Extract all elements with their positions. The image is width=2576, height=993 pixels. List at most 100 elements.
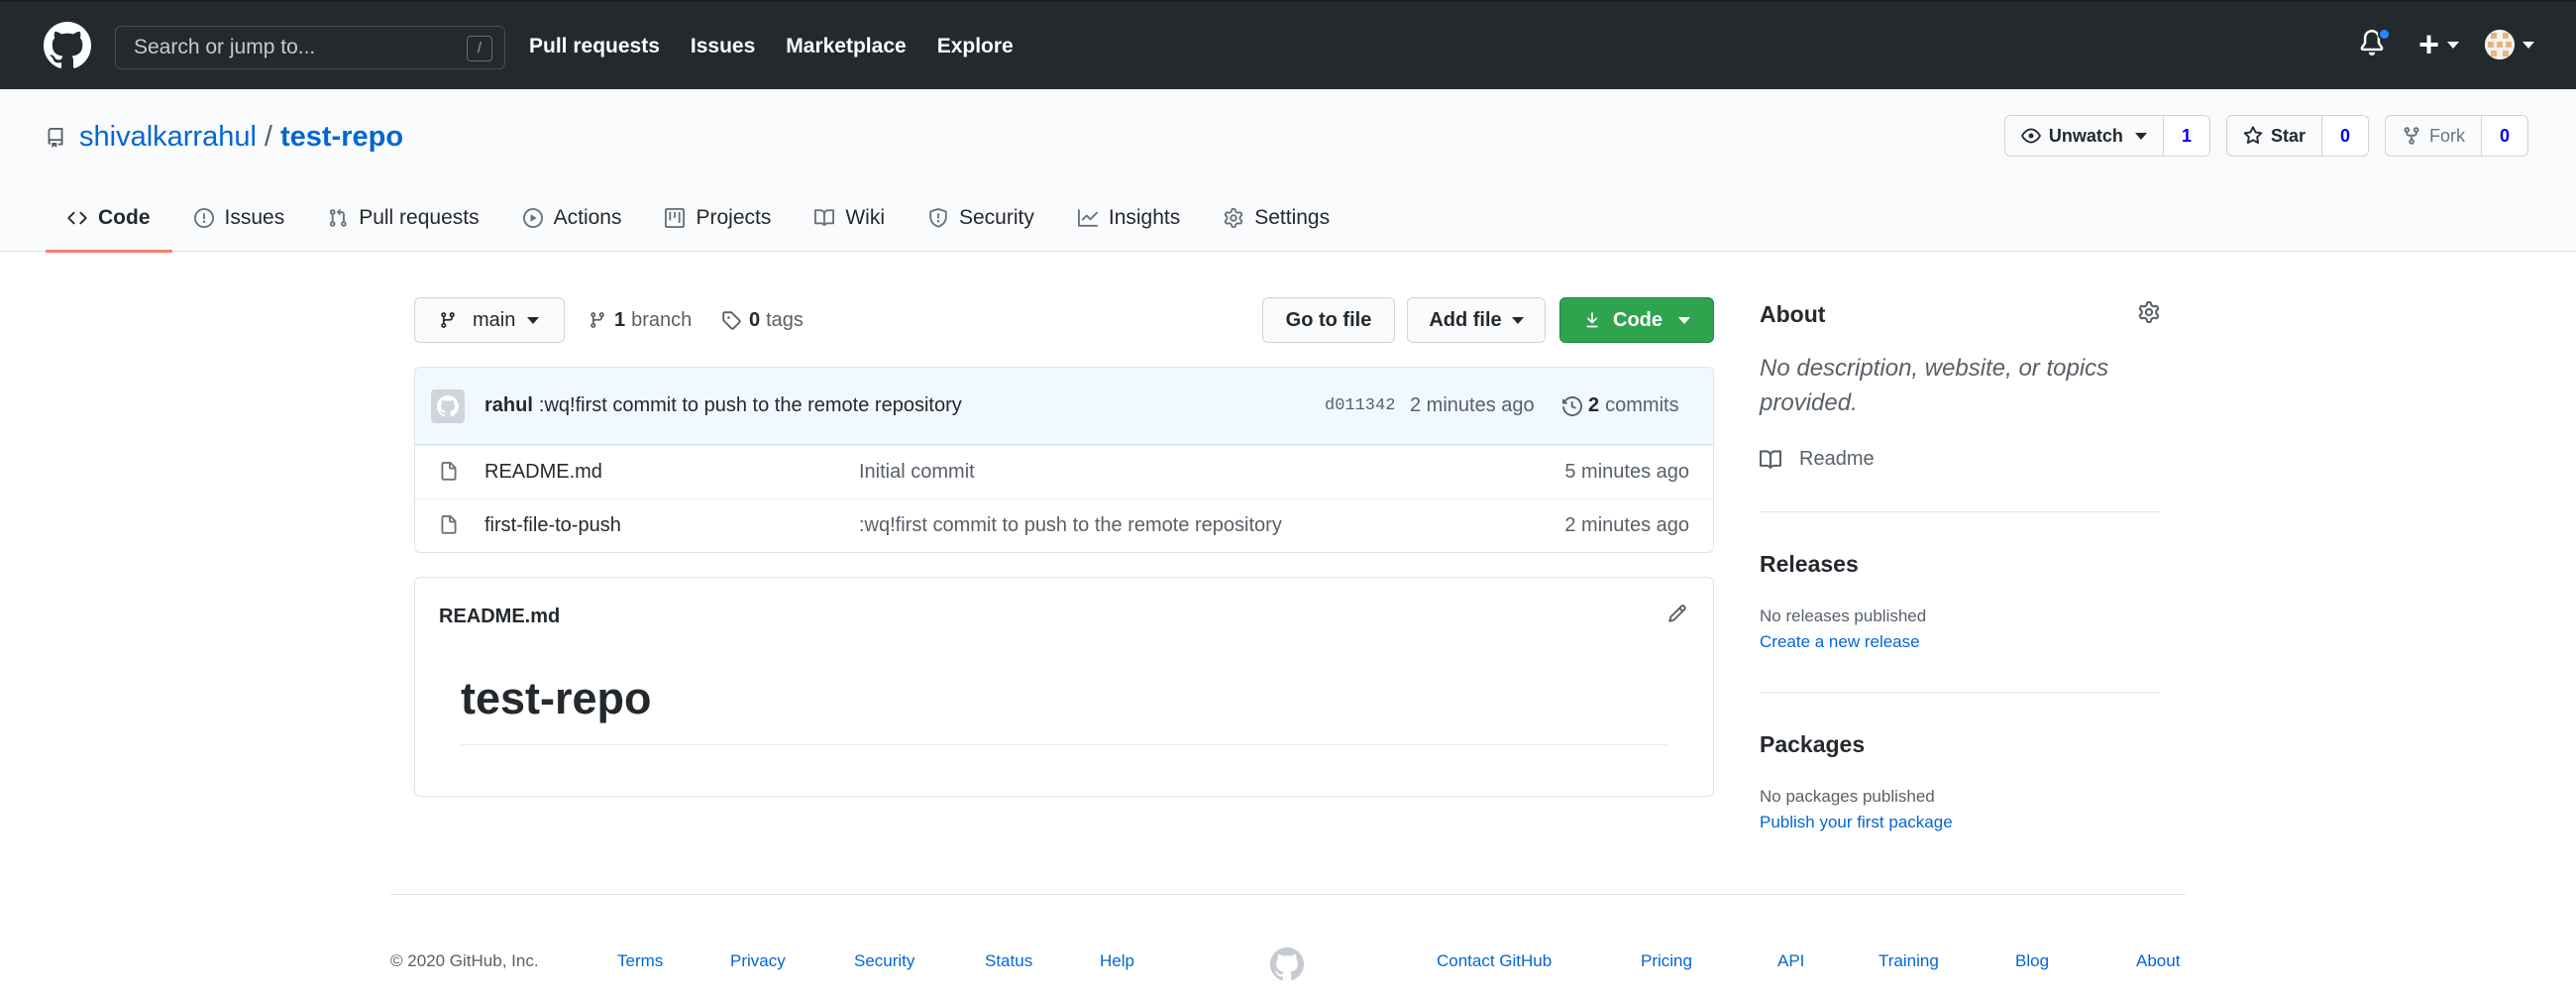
releases-heading[interactable]: Releases: [1760, 551, 1859, 578]
github-mark-icon[interactable]: [1270, 947, 1304, 981]
gear-icon[interactable]: [2138, 301, 2160, 323]
footer-link-about[interactable]: About: [2136, 951, 2180, 971]
footer-link-api[interactable]: API: [1777, 951, 1804, 971]
tag-count: 0: [749, 308, 761, 331]
search-shortcut-badge: /: [467, 36, 492, 61]
tab-security-label: Security: [959, 206, 1034, 229]
chevron-down-icon: [1678, 316, 1690, 324]
file-commit-message-link[interactable]: :wq!first commit to push to the remote r…: [859, 514, 1282, 537]
repo-forked-icon: [2404, 127, 2419, 145]
footer-link-privacy[interactable]: Privacy: [730, 951, 786, 971]
readme-divider: [461, 744, 1667, 745]
footer-link-status[interactable]: Status: [985, 951, 1032, 971]
file-commit-message-link[interactable]: Initial commit: [859, 461, 975, 484]
unwatch-label: Unwatch: [2048, 125, 2123, 146]
tab-actions[interactable]: Actions: [501, 184, 644, 252]
footer-link-terms[interactable]: Terms: [617, 951, 663, 971]
forks-count[interactable]: 0: [2481, 115, 2528, 157]
repo-owner-link[interactable]: shivalkarrahul: [79, 121, 257, 154]
tab-issues[interactable]: Issues: [172, 184, 307, 252]
tab-wiki[interactable]: Wiki: [793, 184, 907, 252]
gear-icon: [1224, 208, 1243, 228]
file-name-link[interactable]: README.md: [484, 461, 602, 484]
commit-message-link[interactable]: :wq!first commit to push to the remote r…: [539, 394, 962, 416]
tab-pull-requests[interactable]: Pull requests: [306, 184, 500, 252]
file-icon: [441, 515, 457, 534]
repo-tabs: Code Issues Pull requests Actions Projec…: [46, 184, 1351, 253]
repo-name-link[interactable]: test-repo: [280, 121, 403, 154]
footer-link-security[interactable]: Security: [854, 951, 914, 971]
chevron-down-icon: [527, 316, 540, 324]
pencil-icon[interactable]: [1667, 604, 1687, 623]
create-release-link[interactable]: Create a new release: [1760, 632, 1920, 652]
footer-link-pricing[interactable]: Pricing: [1641, 951, 1692, 971]
publish-package-link[interactable]: Publish your first package: [1760, 813, 1953, 832]
branch-count-label: branch: [631, 308, 693, 331]
author-avatar[interactable]: [431, 389, 465, 423]
download-icon: [1586, 312, 1598, 328]
tab-code[interactable]: Code: [46, 184, 172, 253]
global-header: Search or jump to... / Pull requests Iss…: [0, 0, 2576, 89]
book-icon: [814, 209, 835, 227]
tab-wiki-label: Wiki: [845, 206, 885, 229]
tab-insights[interactable]: Insights: [1056, 184, 1202, 252]
tab-security[interactable]: Security: [907, 184, 1056, 252]
footer-link-contact[interactable]: Contact GitHub: [1437, 951, 1552, 971]
branch-select-button[interactable]: main: [414, 297, 565, 343]
notification-dot: [2377, 28, 2391, 41]
repo-path-separator: /: [264, 121, 272, 153]
eye-icon: [2021, 128, 2041, 144]
tab-projects[interactable]: Projects: [643, 184, 793, 252]
tab-pull-requests-label: Pull requests: [359, 206, 480, 229]
packages-heading[interactable]: Packages: [1760, 731, 1865, 758]
tab-settings[interactable]: Settings: [1202, 184, 1351, 252]
tab-settings-label: Settings: [1254, 206, 1331, 229]
about-heading: About: [1760, 301, 1826, 327]
go-to-file-button[interactable]: Go to file: [1262, 297, 1395, 343]
search-input[interactable]: Search or jump to... /: [115, 26, 505, 69]
releases-empty-text: No releases published: [1760, 607, 1927, 625]
tags-link[interactable]: 0 tags: [721, 297, 804, 343]
star-button[interactable]: Star: [2225, 115, 2322, 157]
file-name-link[interactable]: first-file-to-push: [484, 514, 621, 537]
nav-issues[interactable]: Issues: [691, 35, 755, 58]
commit-count: 2: [1588, 394, 1600, 416]
latest-commit: rahul :wq!first commit to push to the rem…: [415, 368, 1713, 445]
issue-opened-icon: [193, 208, 214, 228]
unwatch-button[interactable]: Unwatch: [2003, 115, 2164, 157]
branches-link[interactable]: 1 branch: [589, 297, 692, 343]
add-file-button[interactable]: Add file: [1407, 297, 1546, 343]
nav-explore[interactable]: Explore: [937, 35, 1014, 58]
commit-time: 2 minutes ago: [1410, 394, 1535, 416]
footer-link-help[interactable]: Help: [1100, 951, 1134, 971]
footer-link-blog[interactable]: Blog: [2015, 951, 2049, 971]
readme-link[interactable]: Readme: [1760, 448, 1875, 471]
search-placeholder: Search or jump to...: [134, 36, 316, 58]
file-row[interactable]: first-file-to-push :wq!first commit to p…: [415, 498, 1713, 552]
tag-count-label: tags: [766, 308, 804, 331]
notifications-button[interactable]: [2359, 28, 2391, 61]
commit-sha-link[interactable]: d011342: [1325, 396, 1395, 415]
tab-issues-label: Issues: [224, 206, 285, 229]
create-new-dropdown[interactable]: +: [2418, 27, 2459, 62]
repo-header: shivalkarrahul / test-repo Unwatch 1 Sta…: [0, 89, 2576, 253]
github-logo-icon[interactable]: [44, 22, 91, 69]
commits-history-link[interactable]: 2 commits: [1562, 394, 1679, 417]
play-icon: [522, 208, 543, 228]
file-navigation: main 1 branch 0 tags Go to file Add file…: [414, 297, 1714, 343]
global-nav: Pull requests Issues Marketplace Explore: [529, 2, 1044, 91]
about-description: No description, website, or topics provi…: [1760, 355, 2109, 416]
fork-button[interactable]: Fork: [2384, 115, 2482, 157]
commit-author[interactable]: rahul: [484, 394, 533, 416]
packages-empty-text: No packages published: [1760, 787, 1935, 806]
watchers-count[interactable]: 1: [2163, 115, 2210, 157]
footer-link-training[interactable]: Training: [1878, 951, 1939, 971]
nav-pull-requests[interactable]: Pull requests: [529, 35, 660, 58]
nav-marketplace[interactable]: Marketplace: [786, 35, 906, 58]
code-download-button[interactable]: Code: [1559, 297, 1714, 343]
tab-insights-label: Insights: [1108, 206, 1181, 229]
file-row[interactable]: README.md Initial commit 5 minutes ago: [415, 445, 1713, 498]
readme-link-label: Readme: [1799, 448, 1875, 470]
stargazers-count[interactable]: 0: [2321, 115, 2369, 157]
user-menu-dropdown[interactable]: [2485, 30, 2534, 59]
